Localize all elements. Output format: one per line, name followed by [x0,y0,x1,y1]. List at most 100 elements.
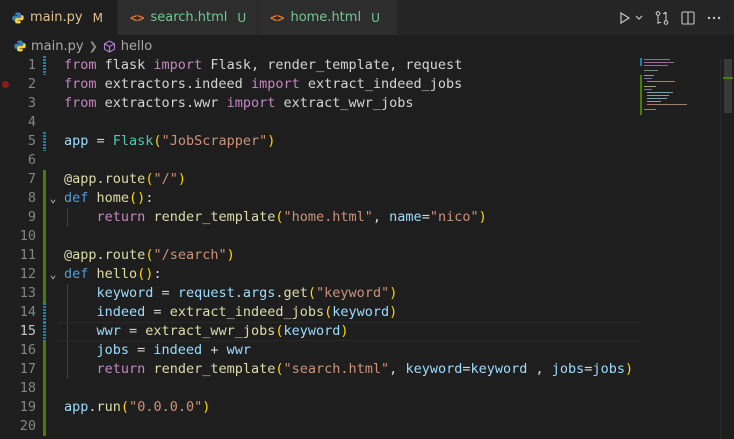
line-number: 15 [19,323,36,339]
code-text: def home(): [64,190,154,206]
chevron-down-icon[interactable]: ⌄ [47,189,59,208]
code-text: from extractors.wwr import extract_wwr_j… [64,95,414,111]
line-number: 13 [19,285,36,301]
git-added-marker [43,341,46,360]
code-text: from flask import Flask, render_template… [64,57,463,73]
html-icon: <> [270,10,285,25]
scrollbar-git-marker [723,77,733,79]
line-number: 6 [27,152,36,168]
line-number: 20 [19,418,36,434]
code-text: app.run("0.0.0.0") [64,399,211,415]
tab-label: search.html [150,10,228,25]
modified-badge: M [92,10,103,25]
code-line[interactable]: 12 ⌄ def hello(): [0,265,640,284]
code-line[interactable]: 2 from extractors.indeed import extract_… [0,75,640,94]
editor-actions [618,0,734,35]
tab-home-html[interactable]: <> home.html U [258,0,398,35]
code-line[interactable]: 8 ⌄ def home(): [0,189,640,208]
git-added-marker [43,189,46,208]
git-modified-marker [43,322,46,341]
line-number: 8 [27,190,36,206]
compare-changes-icon[interactable] [654,10,670,26]
git-added-marker [43,417,46,436]
code-line[interactable]: 11 @app.route("/search") [0,246,640,265]
chevron-right-icon: ❯ [88,39,98,53]
line-number: 10 [19,228,36,244]
untracked-badge: U [371,10,380,25]
code-text: jobs = indeed + wwr [96,342,251,358]
code-text: @app.route("/search") [64,247,235,263]
code-text: return render_template("home.html", name… [96,209,487,225]
code-line[interactable]: 14 indeed = extract_indeed_jobs(keyword) [0,303,640,322]
code-line[interactable]: 6 [0,151,640,170]
python-icon [12,12,24,23]
code-line[interactable]: 17 return render_template("search.html",… [0,360,640,379]
git-added-marker [43,379,46,398]
git-added-marker [43,227,46,246]
line-number: 2 [27,76,36,92]
code-line-current[interactable]: 15 wwr = extract_wwr_jobs(keyword) [0,322,640,341]
minimap[interactable] [640,58,720,118]
git-added-marker [43,246,46,265]
git-modified-marker [43,132,46,151]
breadcrumb: main.py ❯ hello [0,35,734,57]
line-number: 11 [19,247,36,263]
scrollbar-thumb[interactable] [724,59,732,113]
code-line[interactable]: 4 [0,113,640,132]
git-added-marker [43,265,46,284]
line-number: 5 [27,133,36,149]
breadcrumb-symbol[interactable]: hello [121,39,152,54]
code-line[interactable]: 20 [0,417,640,436]
code-line[interactable]: 1 from flask import Flask, render_templa… [0,56,640,75]
line-number: 16 [19,342,36,358]
vertical-scrollbar[interactable] [720,57,734,439]
code-line[interactable]: 13 keyword = request.args.get("keyword") [0,284,640,303]
line-number: 7 [27,171,36,187]
split-editor-icon[interactable] [680,10,696,26]
git-added-marker [43,208,46,227]
code-text: @app.route("/") [64,171,186,187]
breadcrumb-file[interactable]: main.py [31,39,84,54]
code-line[interactable]: 18 [0,379,640,398]
tab-bar: main.py M <> search.html U <> home.html … [0,0,734,35]
code-text: indeed = extract_indeed_jobs(keyword) [96,304,398,320]
line-number: 14 [19,304,36,320]
code-text: keyword = request.args.get("keyword") [96,285,398,301]
git-added-marker [43,284,46,303]
code-line[interactable]: 10 [0,227,640,246]
chevron-down-icon[interactable]: ⌄ [47,265,59,284]
tab-label: main.py [30,10,83,25]
method-icon [103,39,115,53]
tab-main-py[interactable]: main.py M [0,0,118,35]
chevron-down-icon[interactable] [634,11,644,25]
code-line[interactable]: 9 return render_template("home.html", na… [0,208,640,227]
git-added-marker [43,360,46,379]
code-text: from extractors.indeed import extract_in… [64,76,463,92]
line-number: 1 [27,57,36,73]
html-icon: <> [130,10,145,25]
code-line[interactable]: 7 @app.route("/") [0,170,640,189]
code-text: return render_template("search.html", ke… [96,361,634,377]
code-line[interactable]: 5 app = Flask("JobScrapper") [0,132,640,151]
git-modified-marker [43,303,46,322]
git-added-marker [43,398,46,417]
code-editor[interactable]: 1 from flask import Flask, render_templa… [0,56,734,439]
tab-label: home.html [290,10,362,25]
code-line[interactable]: 19 app.run("0.0.0.0") [0,398,640,417]
line-number: 18 [19,380,36,396]
more-icon[interactable] [706,10,722,26]
tab-search-html[interactable]: <> search.html U [118,0,258,35]
code-text: wwr = extract_wwr_jobs(keyword) [96,323,349,339]
code-text: def hello(): [64,266,162,282]
git-added-marker [43,170,46,189]
line-number: 19 [19,399,36,415]
python-icon [14,40,26,52]
code-text: app = Flask("JobScrapper") [64,133,276,149]
code-line[interactable]: 16 jobs = indeed + wwr [0,341,640,360]
run-icon[interactable] [618,11,632,25]
line-number: 3 [27,95,36,111]
untracked-badge: U [237,10,247,25]
code-line[interactable]: 3 from extractors.wwr import extract_wwr… [0,94,640,113]
line-number: 4 [27,114,36,130]
line-number: 9 [27,209,36,225]
